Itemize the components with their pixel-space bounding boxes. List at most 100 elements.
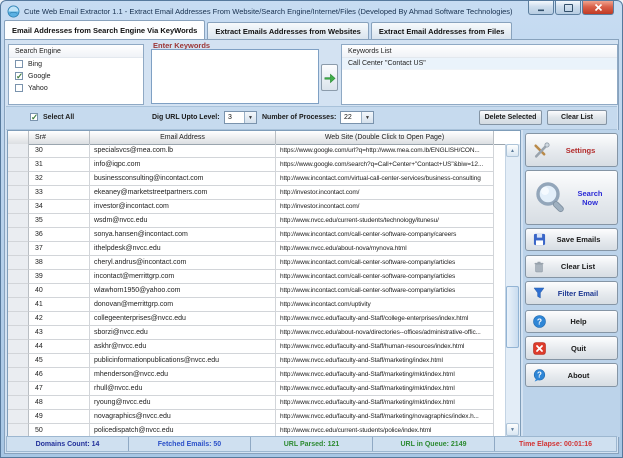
serial-cell[interactable]: 50 <box>29 424 90 436</box>
clear-keywords-list-button[interactable]: Clear List <box>547 110 607 125</box>
keyword-list-item[interactable]: Call Center "Contact US" <box>342 58 617 70</box>
table-row[interactable]: 30specialsvcs@mea.com.lbhttps://www.goog… <box>8 144 506 158</box>
scroll-down-icon[interactable]: ▼ <box>506 423 519 436</box>
website-cell[interactable]: http://www.nvcc.edu/faculty-and-Staff/ma… <box>276 382 494 396</box>
scroll-up-icon[interactable]: ▲ <box>506 144 519 157</box>
help-button[interactable]: ? Help <box>525 310 618 333</box>
serial-cell[interactable]: 42 <box>29 312 90 326</box>
email-cell[interactable]: ryoung@nvcc.edu <box>90 396 276 410</box>
row-header-cell[interactable] <box>8 340 29 354</box>
table-row[interactable]: 50policedispatch@nvcc.eduhttp://www.nvcc… <box>8 424 506 436</box>
serial-cell[interactable]: 44 <box>29 340 90 354</box>
table-row[interactable]: 40wlawhorn1950@yahoo.comhttp://www.incon… <box>8 284 506 298</box>
serial-cell[interactable]: 45 <box>29 354 90 368</box>
website-cell[interactable]: http://www.incontact.com/virtual-call-ce… <box>276 172 494 186</box>
row-header-cell[interactable] <box>8 326 29 340</box>
email-cell[interactable]: info@iqpc.com <box>90 158 276 172</box>
serial-cell[interactable]: 48 <box>29 396 90 410</box>
website-cell[interactable]: http://www.nvcc.edu/faculty-and-Staff/ma… <box>276 410 494 424</box>
row-header-cell[interactable] <box>8 256 29 270</box>
serial-cell[interactable]: 46 <box>29 368 90 382</box>
email-cell[interactable]: ekeaney@marketstreetpartners.com <box>90 186 276 200</box>
select-all-option[interactable]: Select All <box>24 111 80 123</box>
table-row[interactable]: 47rhull@nvcc.eduhttp://www.nvcc.edu/facu… <box>8 382 506 396</box>
google-checkbox[interactable] <box>15 72 23 80</box>
search-engine-option-bing[interactable]: Bing <box>9 58 143 70</box>
website-cell[interactable]: http://www.nvcc.edu/faculty-and-Staff/ma… <box>276 396 494 410</box>
close-button[interactable] <box>582 1 614 15</box>
serial-cell[interactable]: 41 <box>29 298 90 312</box>
website-cell[interactable]: http://www.incontact.com/call-center-sof… <box>276 256 494 270</box>
website-cell[interactable]: http://www.nvcc.edu/faculty-and-Staff/hu… <box>276 340 494 354</box>
table-row[interactable]: 39incontact@merrittgrp.comhttp://www.inc… <box>8 270 506 284</box>
table-row[interactable]: 38cheryl.andrus@incontact.comhttp://www.… <box>8 256 506 270</box>
row-header-cell[interactable] <box>8 242 29 256</box>
maximize-button[interactable] <box>555 1 581 15</box>
serial-cell[interactable]: 31 <box>29 158 90 172</box>
row-header-cell[interactable] <box>8 172 29 186</box>
column-serial[interactable]: Sr# <box>29 131 90 144</box>
minimize-button[interactable] <box>528 1 554 15</box>
table-row[interactable]: 35wsdm@nvcc.eduhttp://www.nvcc.edu/curre… <box>8 214 506 228</box>
table-row[interactable]: 32businessconsulting@incontact.comhttp:/… <box>8 172 506 186</box>
column-email-address[interactable]: Email Address <box>90 131 276 144</box>
row-header-cell[interactable] <box>8 410 29 424</box>
table-row[interactable]: 46mhenderson@nvcc.eduhttp://www.nvcc.edu… <box>8 368 506 382</box>
email-cell[interactable]: askhr@nvcc.edu <box>90 340 276 354</box>
email-cell[interactable]: rhull@nvcc.edu <box>90 382 276 396</box>
table-row[interactable]: 33ekeaney@marketstreetpartners.comhttp:/… <box>8 186 506 200</box>
row-header-cell[interactable] <box>8 270 29 284</box>
website-cell[interactable]: http://www.nvcc.edu/faculty-and-Staff/co… <box>276 312 494 326</box>
filter-email-button[interactable]: Filter Email <box>525 281 618 305</box>
website-cell[interactable]: https://www.google.com/url?q=http://www.… <box>276 144 494 158</box>
website-cell[interactable]: https://www.google.com/search?q=Call+Cen… <box>276 158 494 172</box>
email-cell[interactable]: wsdm@nvcc.edu <box>90 214 276 228</box>
serial-cell[interactable]: 36 <box>29 228 90 242</box>
serial-cell[interactable]: 33 <box>29 186 90 200</box>
email-cell[interactable]: incontact@merrittgrp.com <box>90 270 276 284</box>
email-cell[interactable]: policedispatch@nvcc.edu <box>90 424 276 436</box>
serial-cell[interactable]: 43 <box>29 326 90 340</box>
table-row[interactable]: 43sborzi@nvcc.eduhttp://www.nvcc.edu/abo… <box>8 326 506 340</box>
email-cell[interactable]: specialsvcs@mea.com.lb <box>90 144 276 158</box>
about-button[interactable]: ? About <box>525 363 618 387</box>
email-cell[interactable]: ithelpdesk@nvcc.edu <box>90 242 276 256</box>
email-cell[interactable]: publicinformationpublications@nvcc.edu <box>90 354 276 368</box>
dig-url-level-select[interactable]: 3 ▼ <box>224 111 257 124</box>
scrollbar-thumb[interactable] <box>506 286 519 348</box>
row-header-cell[interactable] <box>8 298 29 312</box>
row-header-cell[interactable] <box>8 186 29 200</box>
serial-cell[interactable]: 37 <box>29 242 90 256</box>
number-of-processes-select[interactable]: 22 ▼ <box>340 111 374 124</box>
settings-button[interactable]: Settings <box>525 133 618 167</box>
serial-cell[interactable]: 49 <box>29 410 90 424</box>
bing-checkbox[interactable] <box>15 60 23 68</box>
keywords-textarea[interactable] <box>151 49 319 104</box>
row-header-cell[interactable] <box>8 368 29 382</box>
search-engine-option-google[interactable]: Google <box>9 70 143 82</box>
website-cell[interactable]: http://investor.incontact.com/ <box>276 200 494 214</box>
email-cell[interactable]: investor@incontact.com <box>90 200 276 214</box>
serial-cell[interactable]: 39 <box>29 270 90 284</box>
table-row[interactable]: 36sonya.hansen@incontact.comhttp://www.i… <box>8 228 506 242</box>
yahoo-checkbox[interactable] <box>15 84 23 92</box>
row-header-cell[interactable] <box>8 200 29 214</box>
email-cell[interactable]: sborzi@nvcc.edu <box>90 326 276 340</box>
serial-cell[interactable]: 38 <box>29 256 90 270</box>
tab-extract-from-websites[interactable]: Extract Emails Addresses from Websites <box>207 22 368 39</box>
serial-cell[interactable]: 40 <box>29 284 90 298</box>
email-cell[interactable]: wlawhorn1950@yahoo.com <box>90 284 276 298</box>
email-cell[interactable]: novagraphics@nvcc.edu <box>90 410 276 424</box>
table-row[interactable]: 42collegeenterprises@nvcc.eduhttp://www.… <box>8 312 506 326</box>
website-cell[interactable]: http://www.nvcc.edu/about-nova/mynova.ht… <box>276 242 494 256</box>
tab-extract-from-files[interactable]: Extract Email Addresses from Files <box>371 22 513 39</box>
serial-cell[interactable]: 30 <box>29 144 90 158</box>
email-cell[interactable]: donovan@merrittgrp.com <box>90 298 276 312</box>
title-bar[interactable]: Cute Web Email Extractor 1.1 - Extract E… <box>1 1 622 21</box>
quit-button[interactable]: Quit <box>525 336 618 360</box>
website-cell[interactable]: http://www.nvcc.edu/about-nova/directori… <box>276 326 494 340</box>
email-cell[interactable]: mhenderson@nvcc.edu <box>90 368 276 382</box>
website-cell[interactable]: http://www.nvcc.edu/faculty-and-Staff/ma… <box>276 354 494 368</box>
add-keyword-button[interactable] <box>321 64 338 91</box>
row-header-cell[interactable] <box>8 228 29 242</box>
